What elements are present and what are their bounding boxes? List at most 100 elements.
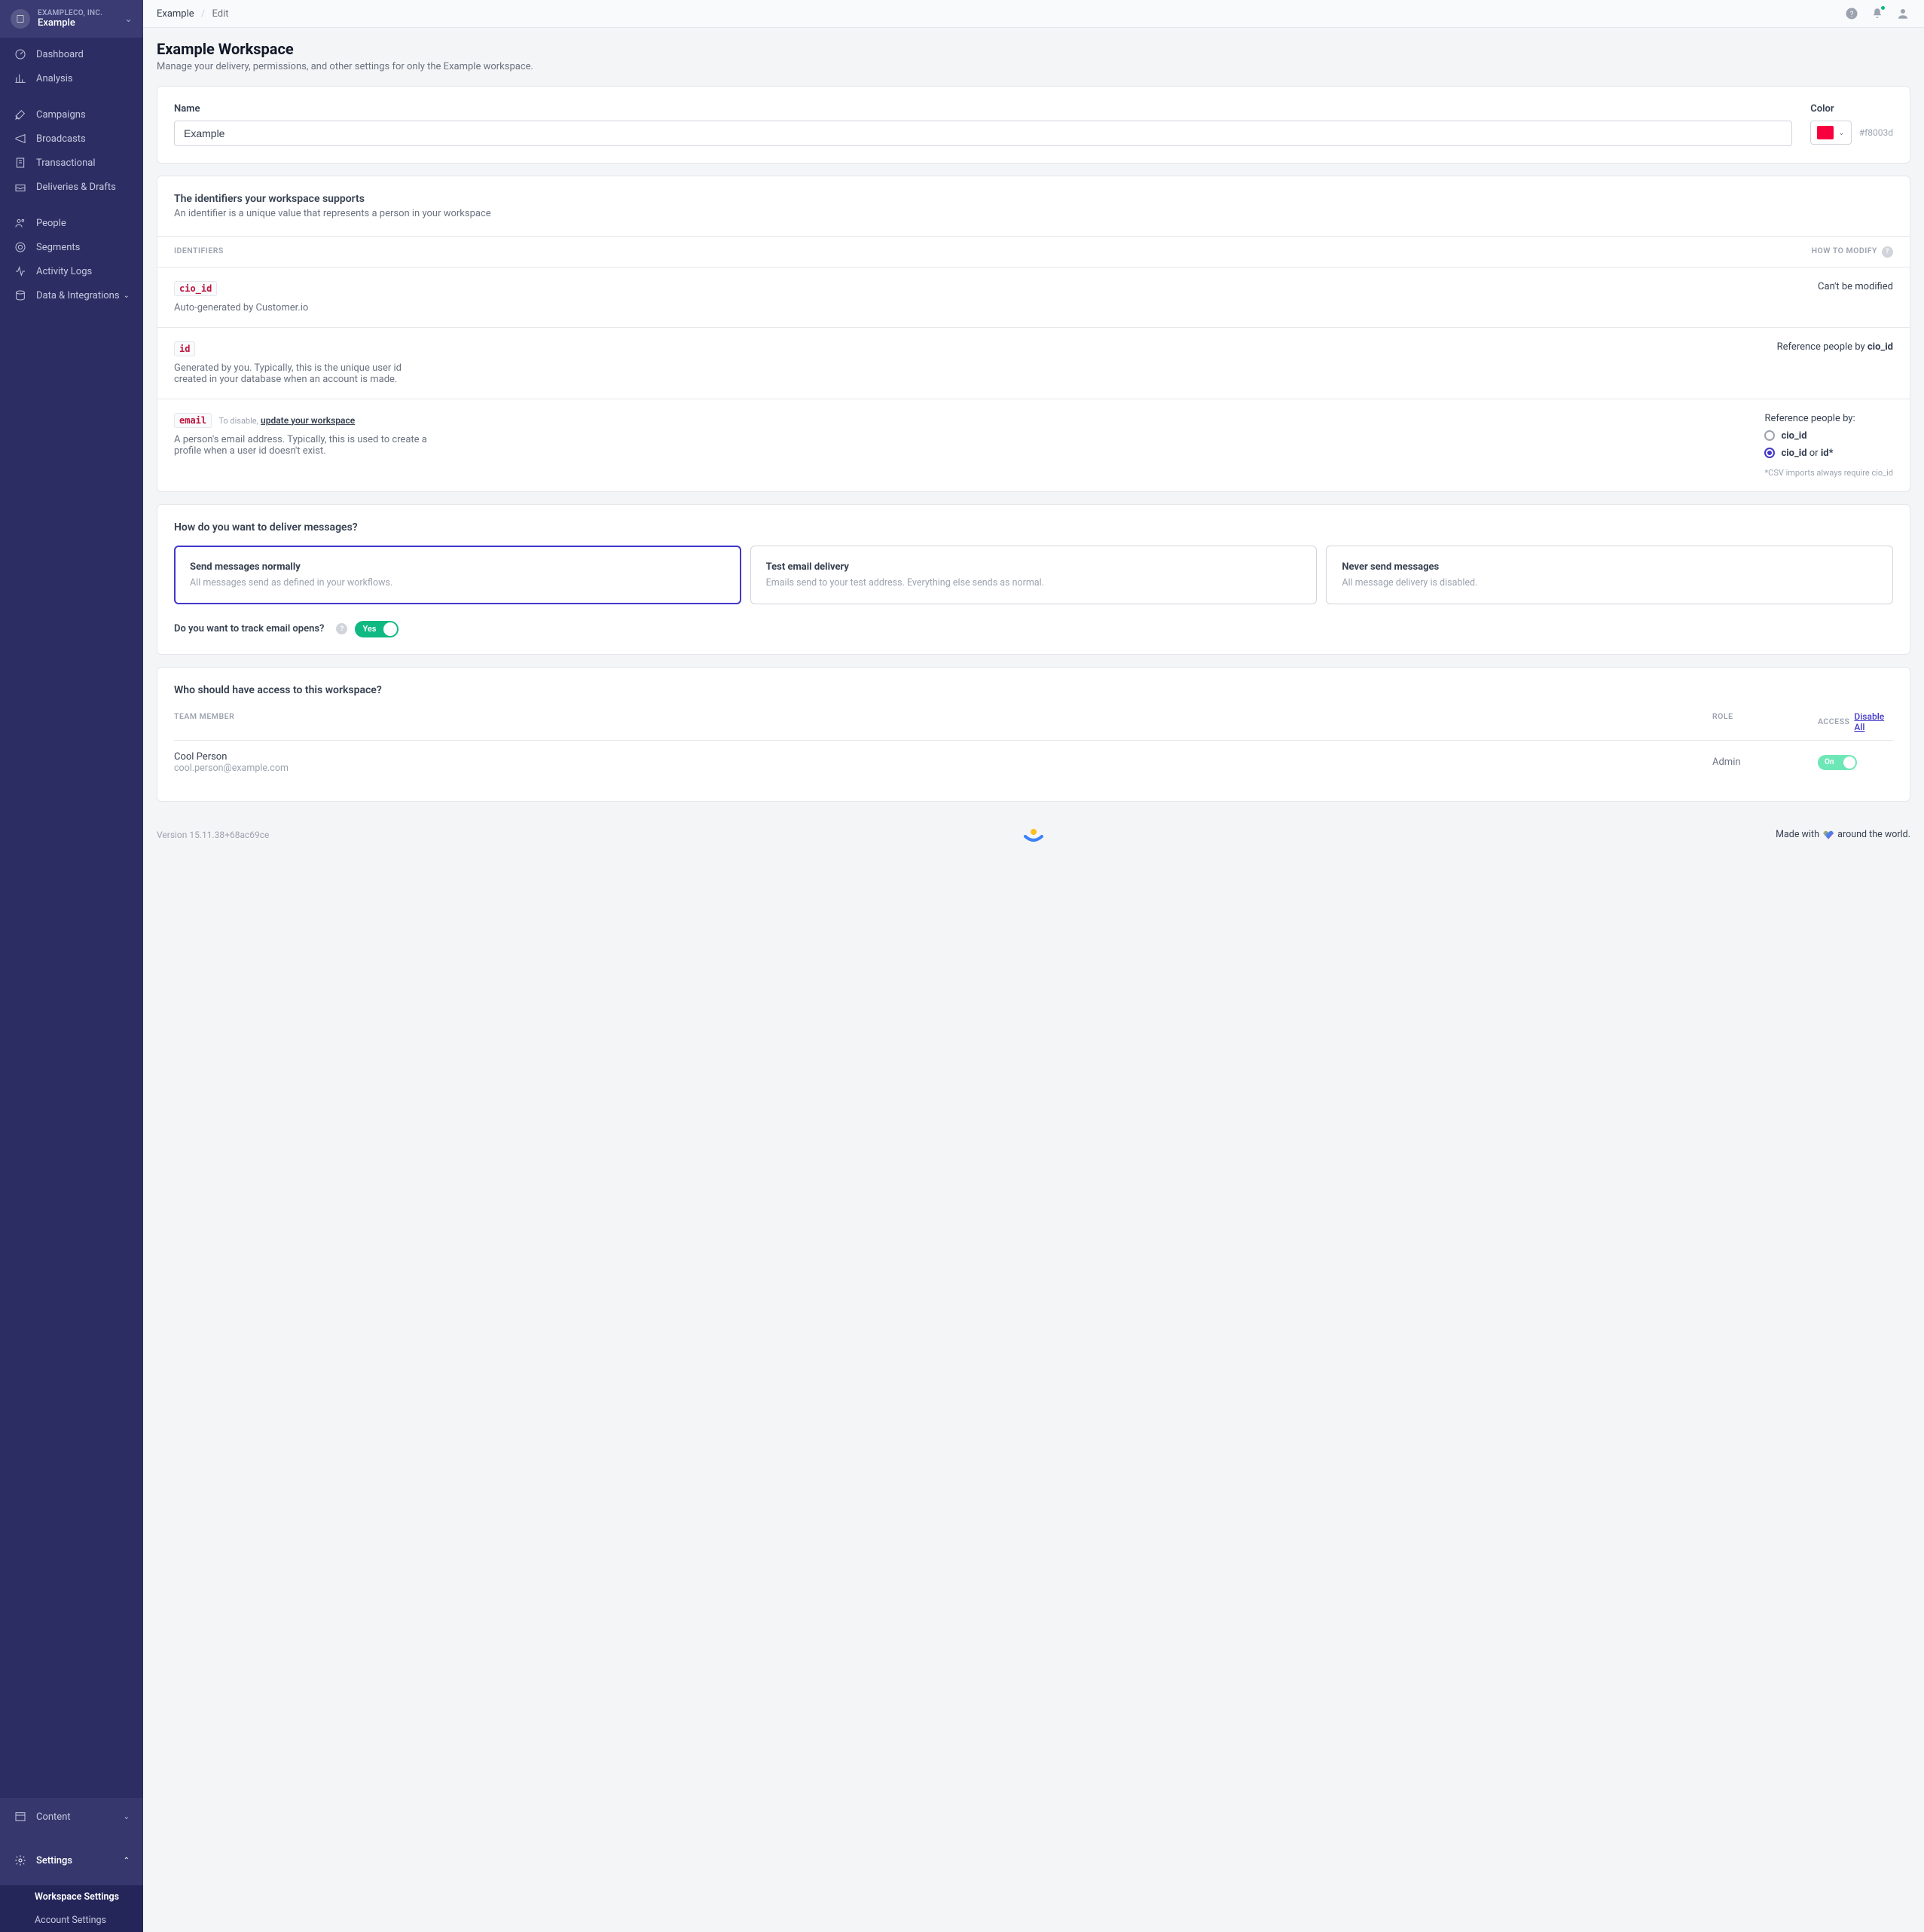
- ref-title: Reference people by:: [1764, 413, 1893, 424]
- breadcrumb: Example / Edit: [157, 8, 1844, 20]
- nav-data[interactable]: Data & Integrations ⌄: [0, 283, 143, 307]
- member-row: Cool Person cool.person@example.com Admi…: [174, 740, 1893, 784]
- target-icon: [14, 240, 27, 254]
- made-with: Made with around the world.: [1045, 829, 1910, 840]
- receipt-icon: [14, 156, 27, 170]
- layout-icon: [14, 1810, 27, 1823]
- radio-icon: [1764, 430, 1775, 441]
- identifier-row-id: id Generated by you. Typically, this is …: [157, 327, 1910, 399]
- nav-activity[interactable]: Activity Logs: [0, 259, 143, 283]
- notification-dot: [1880, 5, 1886, 11]
- rocket-icon: [14, 108, 27, 121]
- org-logo-icon: [11, 9, 30, 29]
- help-icon[interactable]: ?: [1882, 246, 1893, 258]
- user-icon[interactable]: [1895, 6, 1910, 21]
- radio-cio-id[interactable]: cio_id: [1764, 430, 1893, 442]
- member-access-toggle[interactable]: On: [1818, 755, 1857, 770]
- gear-icon: [14, 1854, 27, 1867]
- nav-analysis[interactable]: Analysis: [0, 66, 143, 90]
- member-role: Admin: [1712, 757, 1818, 768]
- svg-text:?: ?: [1850, 11, 1854, 19]
- csv-note: *CSV imports always require cio_id: [1764, 468, 1893, 478]
- th-modify: HOW TO MODIFY?: [1812, 246, 1893, 258]
- code-chip: email: [174, 413, 212, 428]
- card-delivery: How do you want to deliver messages? Sen…: [157, 504, 1910, 655]
- subnav-account-settings[interactable]: Account Settings: [0, 1909, 143, 1932]
- org-switcher[interactable]: EXAMPLECO, INC. Example ⌄: [0, 0, 143, 38]
- identifier-desc: Auto-generated by Customer.io: [174, 302, 430, 313]
- code-chip: id: [174, 341, 195, 356]
- th-identifiers: IDENTIFIERS: [174, 246, 1812, 258]
- chevron-down-icon: ⌄: [124, 292, 130, 300]
- member-email: cool.person@example.com: [174, 763, 1712, 774]
- delivery-title: How do you want to deliver messages?: [174, 521, 1893, 533]
- nav-transactional[interactable]: Transactional: [0, 151, 143, 175]
- database-icon: [14, 289, 27, 302]
- nav-settings[interactable]: Settings ⌃: [0, 1842, 143, 1885]
- footer: Version 15.11.38+68ac69ce Made with arou…: [143, 814, 1924, 862]
- page-subtitle: Manage your delivery, permissions, and o…: [157, 61, 1910, 72]
- identifier-desc: Generated by you. Typically, this is the…: [174, 362, 430, 385]
- nav-campaigns[interactable]: Campaigns: [0, 102, 143, 127]
- megaphone-icon: [14, 132, 27, 145]
- breadcrumb-root[interactable]: Example: [157, 8, 194, 20]
- radio-cio-or-id[interactable]: cio_id or id*: [1764, 448, 1893, 459]
- delivery-option-test[interactable]: Test email delivery Emails send to your …: [750, 546, 1318, 604]
- topbar: Example / Edit ?: [143, 0, 1924, 28]
- version-text: Version 15.11.38+68ac69ce: [157, 830, 1022, 840]
- help-icon[interactable]: ?: [1844, 6, 1859, 21]
- chevron-down-icon: ⌄: [124, 1813, 130, 1821]
- update-workspace-link[interactable]: update your workspace: [261, 415, 355, 426]
- chevron-down-icon: ⌄: [1838, 129, 1844, 137]
- card-identifiers: The identifiers your workspace supports …: [157, 176, 1910, 492]
- delivery-option-normal[interactable]: Send messages normally All messages send…: [174, 546, 741, 604]
- tray-icon: [14, 180, 27, 194]
- bar-chart-icon: [14, 72, 27, 85]
- card-name: Name Color ⌄ #f8003d: [157, 86, 1910, 164]
- th-role: ROLE: [1712, 711, 1818, 732]
- sidebar: EXAMPLECO, INC. Example ⌄ Dashboard Anal…: [0, 0, 143, 1932]
- th-member: TEAM MEMBER: [174, 711, 1712, 732]
- code-chip: cio_id: [174, 281, 217, 296]
- page-title: Example Workspace: [157, 40, 1910, 58]
- color-swatch: [1817, 126, 1834, 139]
- gauge-icon: [14, 47, 27, 61]
- access-title: Who should have access to this workspace…: [174, 684, 1893, 696]
- workspace-name: Example: [38, 17, 124, 29]
- nav-people[interactable]: People: [0, 211, 143, 235]
- color-picker[interactable]: ⌄: [1810, 121, 1851, 145]
- track-opens-toggle[interactable]: Yes: [355, 621, 399, 637]
- nav-deliveries[interactable]: Deliveries & Drafts: [0, 175, 143, 199]
- nav-content[interactable]: Content ⌄: [0, 1798, 143, 1842]
- card-access: Who should have access to this workspace…: [157, 667, 1910, 802]
- toggle-knob: [1843, 757, 1855, 769]
- track-opens-label: Do you want to track email opens?: [174, 623, 324, 634]
- identifier-desc: A person's email address. Typically, thi…: [174, 434, 430, 457]
- subnav-workspace-settings[interactable]: Workspace Settings: [0, 1885, 143, 1909]
- brand-logo-icon: [1022, 826, 1045, 844]
- users-icon: [14, 216, 27, 230]
- nav-dashboard[interactable]: Dashboard: [0, 42, 143, 66]
- org-name: EXAMPLECO, INC.: [38, 9, 124, 17]
- identifier-modify: Reference people by cio_id: [1777, 341, 1893, 385]
- delivery-option-never[interactable]: Never send messages All message delivery…: [1326, 546, 1893, 604]
- identifier-row-email: email To disable, update your workspace …: [157, 399, 1910, 491]
- color-hex: #f8003d: [1859, 127, 1893, 138]
- chevron-up-icon: ⌃: [124, 1857, 130, 1865]
- nav-segments[interactable]: Segments: [0, 235, 143, 259]
- help-icon[interactable]: ?: [336, 623, 347, 634]
- nav-broadcasts[interactable]: Broadcasts: [0, 127, 143, 151]
- toggle-knob: [383, 622, 397, 636]
- th-access: ACCESS Disable All: [1818, 711, 1893, 732]
- name-input[interactable]: [174, 121, 1792, 146]
- breadcrumb-current: Edit: [212, 8, 229, 20]
- identifier-modify: Can't be modified: [1818, 281, 1893, 313]
- identifiers-subtitle: An identifier is a unique value that rep…: [174, 208, 1893, 219]
- member-name: Cool Person: [174, 751, 1712, 763]
- radio-icon: [1764, 448, 1775, 458]
- identifier-row-cio: cio_id Auto-generated by Customer.io Can…: [157, 267, 1910, 327]
- activity-icon: [14, 264, 27, 278]
- name-label: Name: [174, 103, 1792, 115]
- bell-icon[interactable]: [1870, 6, 1885, 21]
- disable-all-link[interactable]: Disable All: [1854, 711, 1893, 732]
